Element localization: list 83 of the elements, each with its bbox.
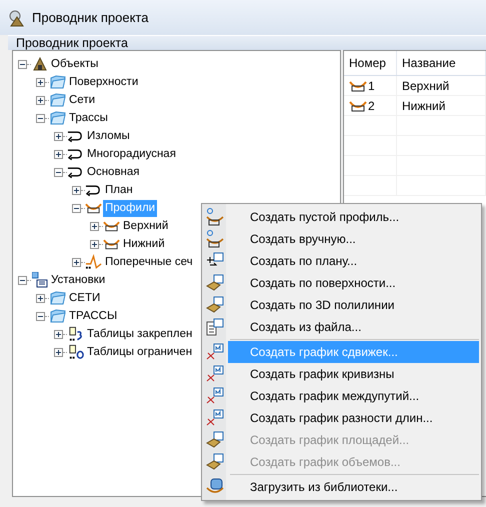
menu-item[interactable]: Создать по 3D полилинии <box>228 294 479 316</box>
collapse-toggle[interactable] <box>72 204 81 212</box>
expand-toggle[interactable] <box>36 96 45 104</box>
surface-chart-icon <box>206 431 224 449</box>
chart-icon <box>206 365 224 383</box>
menu-item[interactable]: Создать пустой профиль... <box>228 206 479 228</box>
explorer-icon <box>8 8 26 26</box>
surface-chart-icon <box>206 274 224 292</box>
menu-item[interactable]: Загрузить из библиотеки... <box>228 476 479 498</box>
profile-icon <box>103 220 120 232</box>
surface-chart-icon <box>206 296 224 314</box>
library-icon <box>206 478 224 496</box>
new-profile-icon <box>206 230 224 248</box>
new-profile-icon <box>206 208 224 226</box>
tree-item[interactable]: Основная <box>85 164 142 180</box>
expand-toggle[interactable] <box>54 330 63 338</box>
profile-icon <box>349 100 367 112</box>
menu-item[interactable]: Создать график междупутий... <box>228 385 479 407</box>
menu-item[interactable]: Создать вручную... <box>228 228 479 250</box>
tree-item[interactable]: Многорадиусная <box>85 146 178 162</box>
column-header[interactable]: Номер <box>344 51 396 76</box>
tree-item[interactable]: Поперечные сеч <box>103 254 195 270</box>
collapse-toggle[interactable] <box>36 114 45 122</box>
tree-item[interactable]: Установки <box>49 272 108 288</box>
tree-item[interactable]: Объекты <box>49 56 100 72</box>
alignment-icon <box>67 129 84 143</box>
collapse-toggle[interactable] <box>18 60 27 68</box>
tree-item[interactable]: Нижний <box>121 236 167 252</box>
alignment-icon <box>67 165 84 179</box>
table-icon <box>67 326 84 342</box>
chart-icon <box>206 343 224 361</box>
house-icon <box>32 56 48 72</box>
folder-icon <box>50 291 66 305</box>
file-chart-icon <box>206 318 224 336</box>
tree-item[interactable]: Сети <box>67 92 98 108</box>
expand-toggle[interactable] <box>36 294 45 302</box>
expand-toggle[interactable] <box>90 240 99 248</box>
tree-item[interactable]: Таблицы ограничен <box>85 344 194 360</box>
expand-toggle[interactable] <box>54 150 63 158</box>
expand-toggle[interactable] <box>54 348 63 356</box>
tree-item[interactable]: Таблицы закреплен <box>85 326 194 342</box>
menu-item[interactable]: Создать график разности длин... <box>228 407 479 429</box>
collapse-toggle[interactable] <box>18 276 27 284</box>
profile-icon <box>103 238 120 250</box>
expand-toggle[interactable] <box>72 186 81 194</box>
table-cell: 2 <box>368 98 375 112</box>
tree-item[interactable]: План <box>103 182 135 198</box>
column-header[interactable]: Название <box>396 51 486 76</box>
expand-toggle[interactable] <box>72 258 81 266</box>
tree-item[interactable]: ТРАССЫ <box>67 308 120 324</box>
chart-icon <box>206 387 224 405</box>
chart-icon <box>206 409 224 427</box>
collapse-toggle[interactable] <box>36 312 45 320</box>
tree-item[interactable]: Поверхности <box>67 74 140 90</box>
tree-item[interactable]: СЕТИ <box>67 290 102 306</box>
menu-item[interactable]: Создать график кривизны <box>228 363 479 385</box>
table-cell: Верхний <box>396 76 486 96</box>
folder-icon <box>50 111 66 125</box>
tree-item[interactable]: Верхний <box>121 218 170 234</box>
window-title: Проводник проекта <box>32 10 148 25</box>
menu-item[interactable]: Создать по поверхности... <box>228 272 479 294</box>
section-icon <box>85 254 102 270</box>
tree-item[interactable]: Изломы <box>85 128 132 144</box>
table-icon <box>67 344 84 360</box>
tree-item[interactable]: Трассы <box>67 110 110 126</box>
folder-icon <box>50 93 66 107</box>
profile-icon <box>349 80 367 92</box>
table-cell: Нижний <box>396 96 486 116</box>
menu-item[interactable]: Создать из файла... <box>228 316 479 338</box>
collapse-toggle[interactable] <box>54 168 63 176</box>
expand-toggle[interactable] <box>36 78 45 86</box>
profile-icon <box>85 202 102 214</box>
table-cell: 1 <box>368 78 375 92</box>
folder-icon <box>50 309 66 323</box>
settings-icon <box>32 272 48 288</box>
menu-item[interactable]: Создать по плану... <box>228 250 479 272</box>
alignment-icon <box>67 147 84 161</box>
folder-icon <box>50 75 66 89</box>
expand-toggle[interactable] <box>90 222 99 230</box>
panel-header: Проводник проекта <box>8 35 486 50</box>
expand-toggle[interactable] <box>54 132 63 140</box>
surface-chart-icon <box>206 453 224 471</box>
alignment-icon <box>85 183 102 197</box>
